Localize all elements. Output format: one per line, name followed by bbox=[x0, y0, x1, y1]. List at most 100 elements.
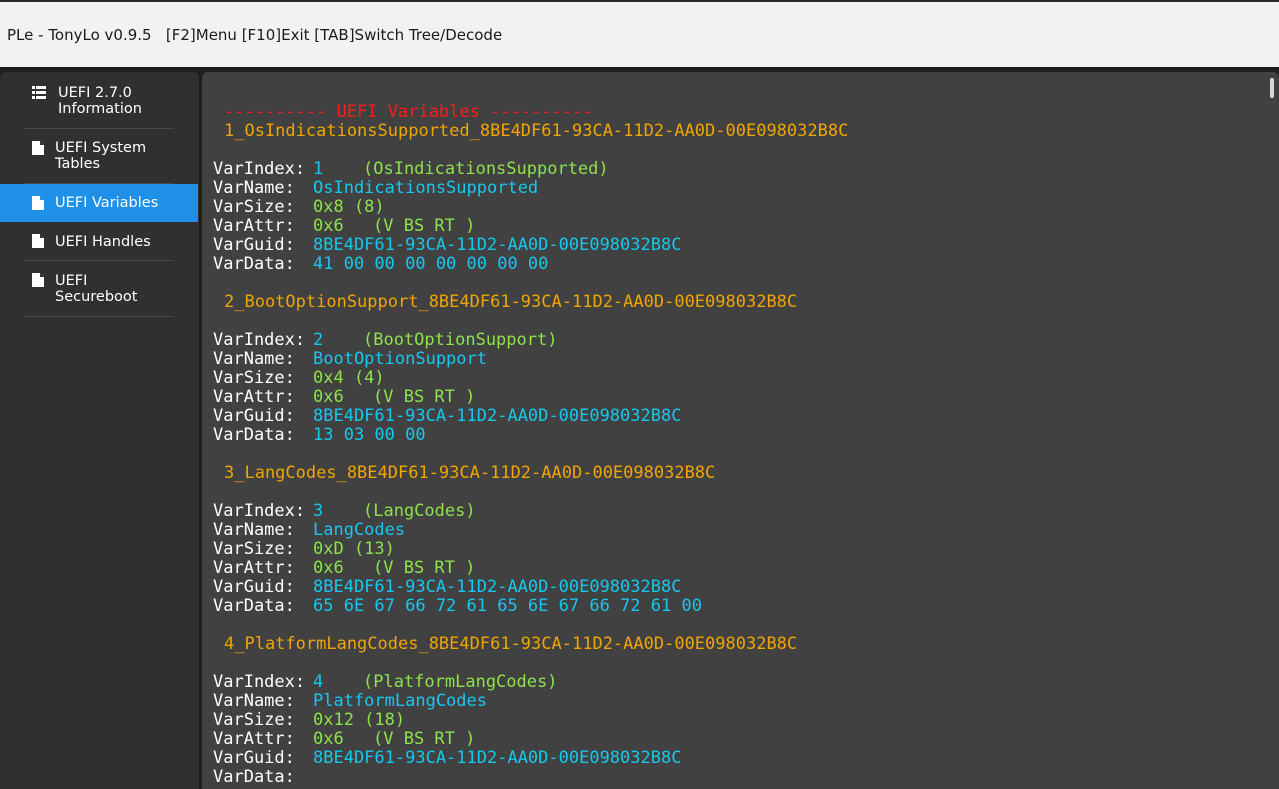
variable-guid-row: VarGuid: 8BE4DF61-93CA-11D2-AA0D-00E09803… bbox=[213, 577, 681, 597]
variable-size-row: VarSize: 0x4 (4) bbox=[213, 368, 385, 388]
attr-value: 0x6 bbox=[313, 387, 344, 407]
variable-attr-row: VarAttr: 0x6 (V BS RT ) bbox=[213, 558, 475, 578]
sidebar-item-label: UEFI Handles bbox=[55, 234, 151, 250]
name-value: LangCodes bbox=[313, 520, 406, 540]
field-label: VarName: bbox=[213, 178, 295, 198]
section-header: ---------- UEFI Variables ---------- bbox=[224, 102, 593, 122]
title-bar: PLe - TonyLo v0.9.5 [F2]Menu [F10]Exit [… bbox=[0, 0, 1279, 67]
divider bbox=[24, 316, 174, 317]
index-value: 3 bbox=[313, 501, 324, 521]
field-label: VarName: bbox=[213, 691, 295, 711]
variable-title: 3_LangCodes_8BE4DF61-93CA-11D2-AA0D-00E0… bbox=[224, 463, 716, 483]
index-value: 2 bbox=[313, 330, 324, 350]
sidebar-item-uefi-variables[interactable]: UEFI Variables bbox=[0, 184, 198, 222]
attr-flags: (V BS RT ) bbox=[373, 216, 476, 236]
attr-flags: (V BS RT ) bbox=[373, 558, 476, 578]
sidebar-item-uefi-handles[interactable]: UEFI Handles bbox=[0, 222, 198, 261]
attr-value: 0x6 bbox=[313, 729, 344, 749]
field-label: VarData: bbox=[213, 596, 295, 616]
variable-title: 4_PlatformLangCodes_8BE4DF61-93CA-11D2-A… bbox=[224, 634, 798, 654]
sidebar-item-uefi-secureboot[interactable]: UEFI Secureboot bbox=[0, 261, 198, 317]
sidebar-item-label: UEFI System Tables bbox=[55, 140, 147, 172]
variable-data-row: VarData: 65 6E 67 66 72 61 65 6E 67 66 72… bbox=[213, 596, 702, 616]
variable-attr-row: VarAttr: 0x6 (V BS RT ) bbox=[213, 216, 475, 236]
attr-value: 0x6 bbox=[313, 558, 344, 578]
field-label: VarAttr: bbox=[213, 729, 295, 749]
size-value: 0x4 (4) bbox=[313, 368, 385, 388]
variable-index-row: VarIndex: 4 (PlatformLangCodes) bbox=[213, 673, 557, 692]
field-label: VarName: bbox=[213, 520, 295, 540]
attr-flags: (V BS RT ) bbox=[373, 387, 476, 407]
variable-name-row: VarName: LangCodes bbox=[213, 520, 405, 540]
guid-value: 8BE4DF61-93CA-11D2-AA0D-00E098032B8C bbox=[313, 748, 682, 768]
field-label: VarGuid: bbox=[213, 235, 295, 255]
index-name: (BootOptionSupport) bbox=[363, 330, 558, 350]
guid-value: 8BE4DF61-93CA-11D2-AA0D-00E098032B8C bbox=[313, 406, 682, 426]
file-icon bbox=[32, 234, 46, 248]
index-value: 4 bbox=[313, 672, 324, 692]
field-label: VarName: bbox=[213, 349, 295, 369]
variable-guid-row: VarGuid: 8BE4DF61-93CA-11D2-AA0D-00E09803… bbox=[213, 406, 681, 426]
size-value: 0xD (13) bbox=[313, 539, 395, 559]
sidebar-item-label: UEFI Variables bbox=[55, 195, 159, 211]
scrollbar[interactable] bbox=[1270, 78, 1274, 98]
sidebar-item-uefi-information[interactable]: UEFI 2.7.0 Information bbox=[0, 72, 198, 129]
index-name: (PlatformLangCodes) bbox=[363, 672, 558, 692]
title-bar-text: PLe - TonyLo v0.9.5 [F2]Menu [F10]Exit [… bbox=[7, 26, 503, 44]
field-label: VarIndex: bbox=[213, 159, 306, 179]
variable-attr-row: VarAttr: 0x6 (V BS RT ) bbox=[213, 729, 475, 749]
variable-name-row: VarName: BootOptionSupport bbox=[213, 349, 487, 369]
field-label: VarAttr: bbox=[213, 216, 295, 236]
field-label: VarSize: bbox=[213, 197, 295, 217]
variable-title: 2_BootOptionSupport_8BE4DF61-93CA-11D2-A… bbox=[224, 292, 798, 312]
variable-size-row: VarSize: 0xD (13) bbox=[213, 539, 395, 559]
variable-index-row: VarIndex: 1 (OsIndicationsSupported) bbox=[213, 159, 609, 179]
list-icon bbox=[32, 86, 46, 100]
index-name: (LangCodes) bbox=[363, 501, 476, 521]
attr-flags: (V BS RT ) bbox=[373, 729, 476, 749]
field-label: VarAttr: bbox=[213, 558, 295, 578]
field-label: VarGuid: bbox=[213, 406, 295, 426]
variable-data-row: VarData: 41 00 00 00 00 00 00 00 bbox=[213, 254, 548, 274]
field-label: VarAttr: bbox=[213, 387, 295, 407]
field-label: VarSize: bbox=[213, 539, 295, 559]
variable-guid-row: VarGuid: 8BE4DF61-93CA-11D2-AA0D-00E09803… bbox=[213, 748, 681, 768]
variable-name-row: VarName: OsIndicationsSupported bbox=[213, 178, 538, 198]
guid-value: 8BE4DF61-93CA-11D2-AA0D-00E098032B8C bbox=[313, 235, 682, 255]
attr-value: 0x6 bbox=[313, 216, 344, 236]
field-label: VarSize: bbox=[213, 710, 295, 730]
index-value: 1 bbox=[313, 159, 324, 179]
data-value: 41 00 00 00 00 00 00 00 bbox=[313, 254, 549, 274]
name-value: BootOptionSupport bbox=[313, 349, 487, 369]
variable-title: 1_OsIndicationsSupported_8BE4DF61-93CA-1… bbox=[224, 121, 849, 141]
sidebar-item-label: UEFI 2.7.0 Information bbox=[58, 85, 142, 117]
field-label: VarSize: bbox=[213, 368, 295, 388]
size-value: 0x8 (8) bbox=[313, 197, 385, 217]
field-label: VarGuid: bbox=[213, 748, 295, 768]
variable-index-row: VarIndex: 2 (BootOptionSupport) bbox=[213, 330, 557, 350]
sidebar-item-uefi-system-tables[interactable]: UEFI System Tables bbox=[0, 129, 198, 184]
sidebar-nav: UEFI 2.7.0 Information UEFI System Table… bbox=[0, 72, 199, 789]
file-icon bbox=[32, 273, 46, 287]
name-value: OsIndicationsSupported bbox=[313, 178, 539, 198]
data-value: 13 03 00 00 bbox=[313, 425, 426, 445]
field-label: VarIndex: bbox=[213, 501, 306, 521]
variable-size-row: VarSize: 0x12 (18) bbox=[213, 710, 405, 730]
index-name: (OsIndicationsSupported) bbox=[363, 159, 609, 179]
variable-attr-row: VarAttr: 0x6 (V BS RT ) bbox=[213, 387, 475, 407]
variable-guid-row: VarGuid: 8BE4DF61-93CA-11D2-AA0D-00E09803… bbox=[213, 235, 681, 255]
decode-panel[interactable]: ---------- UEFI Variables ---------- 1_O… bbox=[202, 72, 1279, 789]
field-label: VarData: bbox=[213, 425, 295, 445]
variable-data-row: VarData: bbox=[213, 768, 295, 787]
name-value: PlatformLangCodes bbox=[313, 691, 487, 711]
file-icon bbox=[32, 196, 46, 210]
variable-name-row: VarName: PlatformLangCodes bbox=[213, 691, 487, 711]
variable-index-row: VarIndex: 3 (LangCodes) bbox=[213, 501, 476, 521]
field-label: VarIndex: bbox=[213, 330, 306, 350]
data-value: 65 6E 67 66 72 61 65 6E 67 66 72 61 00 bbox=[313, 596, 702, 616]
file-icon bbox=[32, 141, 46, 155]
field-label: VarData: bbox=[213, 254, 295, 274]
field-label: VarGuid: bbox=[213, 577, 295, 597]
sidebar-item-label: UEFI Secureboot bbox=[55, 273, 138, 305]
size-value: 0x12 (18) bbox=[313, 710, 406, 730]
